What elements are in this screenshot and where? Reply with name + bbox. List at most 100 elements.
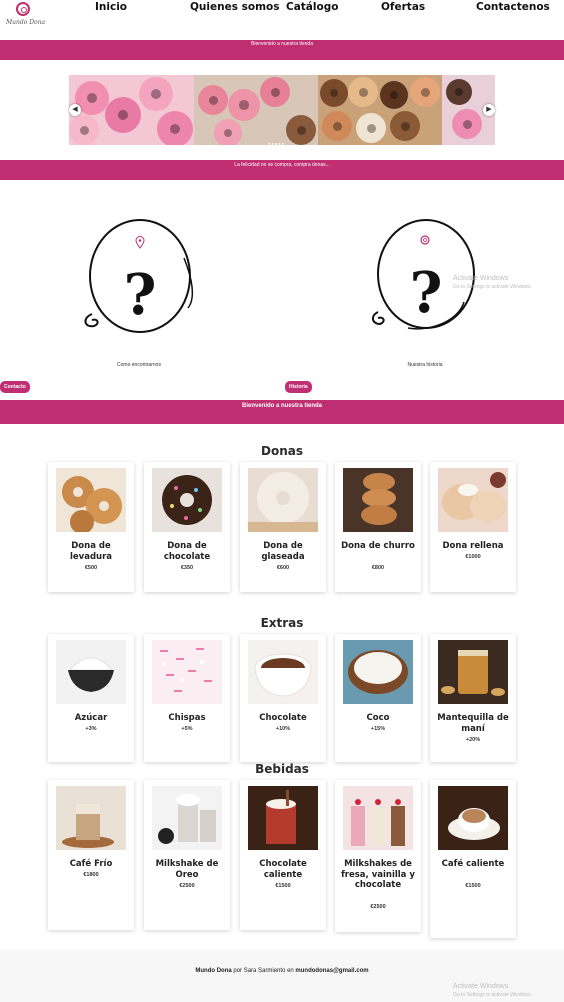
product-price: €1800 [83, 872, 99, 878]
footer-brand: Mundo Dona [195, 968, 232, 974]
product-card-azucar[interactable]: Azúcar +3% [48, 634, 134, 762]
product-price: €350 [180, 565, 194, 571]
history-button[interactable]: Historia [285, 381, 312, 393]
product-name: Chocolate caliente [259, 859, 307, 880]
product-card-coco[interactable]: Coco +15% [335, 634, 421, 762]
activate-windows-watermark-bottom: Activate Windows Go to Settings to activ… [453, 983, 532, 998]
nav-quienes-somos[interactable]: Quienes somos [190, 0, 280, 14]
product-name: Coco [366, 713, 390, 723]
product-image [343, 786, 413, 850]
product-price: €1500 [465, 883, 481, 889]
product-card-dona-chocolate[interactable]: Dona de chocolate €350 [144, 462, 230, 592]
section-title-bebidas: Bebidas [255, 762, 309, 776]
welcome-banner-2: Bienvenido a nuestra tienda [0, 400, 564, 424]
product-card-milkshake-oreo[interactable]: Milkshake de Oreo €2500 [144, 780, 230, 930]
product-name: Dona de glaseada [261, 541, 305, 562]
product-image [248, 468, 318, 532]
brand-logo[interactable]: Mundo Dona [6, 2, 46, 36]
product-card-dona-glaseada[interactable]: Dona de glaseada €600 [240, 462, 326, 592]
product-card-chispas[interactable]: Chispas +5% [144, 634, 230, 762]
product-card-dona-levadura[interactable]: Dona de levadura €500 [48, 462, 134, 592]
product-image [56, 640, 126, 704]
slogan-banner: La felicidad no se compra, compra donas.… [0, 160, 564, 180]
product-name: Mantequilla de maní [437, 713, 509, 734]
history-caption: Nuestra historia [407, 362, 443, 368]
nav-catalogo[interactable]: Catálogo [286, 0, 338, 14]
product-price: €600 [276, 565, 290, 571]
section-title-extras: Extras [260, 616, 304, 630]
welcome-banner: Bienvenido a nuestra tienda [0, 40, 564, 60]
product-card-cafe-caliente[interactable]: Café caliente €1500 [430, 780, 516, 938]
product-name: Chispas [168, 713, 206, 723]
product-image [248, 786, 318, 850]
svg-text:?: ? [124, 262, 157, 328]
activate-windows-watermark-top: Activate Windows Go to Settings to activ… [453, 275, 532, 290]
nav-inicio[interactable]: Inicio [95, 0, 127, 14]
svg-text:?: ? [410, 260, 443, 326]
product-price: €2500 [370, 904, 386, 910]
footer-author: por Sara Sarmiento en [231, 968, 296, 974]
product-price: €500 [84, 565, 98, 571]
product-price: +20% [465, 737, 481, 743]
welcome-banner-text: Bienvenido a nuestra tienda [251, 41, 313, 47]
footer-email-link[interactable]: mundodonas@gmail.com [295, 968, 368, 974]
product-price: €1000 [465, 554, 481, 560]
product-image [438, 786, 508, 850]
product-image [343, 640, 413, 704]
product-name: Dona rellena [442, 541, 504, 551]
product-name: Milkshakes de fresa, vainilla y chocolat… [341, 859, 415, 890]
product-card-cafe-frio[interactable]: Café Frío €1800 [48, 780, 134, 930]
product-image [343, 468, 413, 532]
product-name: Dona de levadura [69, 541, 113, 562]
nav-contactenos[interactable]: Contactenos [476, 0, 550, 14]
product-price: €2500 [179, 883, 195, 889]
footer-credit: Mundo Dona por Sara Sarmiento en mundodo… [0, 968, 564, 974]
product-card-chocolate[interactable]: Chocolate +10% [240, 634, 326, 762]
section-title-donas: Donas [261, 444, 303, 458]
product-name: Milkshake de Oreo [155, 859, 219, 880]
product-image [152, 640, 222, 704]
product-price: €1500 [275, 883, 291, 889]
welcome-banner-2-text: Bienvenido a nuestra tienda [241, 403, 323, 409]
product-image [152, 468, 222, 532]
slogan-banner-text: La felicidad no se compra, compra donas.… [234, 162, 330, 168]
product-card-dona-rellena[interactable]: Dona rellena €1000 [430, 462, 516, 592]
nav-ofertas[interactable]: Ofertas [381, 0, 425, 14]
product-image [56, 786, 126, 850]
map-pin-icon [135, 236, 145, 249]
contact-button[interactable]: Contacto [0, 381, 30, 393]
product-image [152, 786, 222, 850]
brand-logo-text: Mundo Dona [6, 19, 46, 26]
donut-carousel[interactable] [69, 75, 495, 145]
product-card-chocolate-caliente[interactable]: Chocolate caliente €1500 [240, 780, 326, 930]
donut-icon [420, 235, 430, 245]
carousel-prev-button[interactable]: ◀ [69, 104, 81, 116]
product-image [248, 640, 318, 704]
product-image [438, 468, 508, 532]
product-card-dona-churro[interactable]: Dona de churro €800 [335, 462, 421, 592]
carousel-next-button[interactable]: ▶ [483, 104, 495, 116]
product-price: +5% [181, 726, 193, 732]
product-name: Dona de churro [341, 541, 415, 551]
product-price: €800 [371, 565, 385, 571]
product-name: Café caliente [441, 859, 505, 869]
product-price: +10% [275, 726, 291, 732]
product-price: +15% [370, 726, 386, 732]
carousel-slide-pink-donuts [69, 75, 194, 145]
carousel-slide-assorted-donuts [318, 75, 442, 145]
product-card-mantequilla-mani[interactable]: Mantequilla de maní +20% [430, 634, 516, 762]
product-image [438, 640, 508, 704]
location-caption: Como encontrarnos [117, 362, 161, 368]
product-name: Café Frío [69, 859, 113, 869]
product-card-milkshakes-fresa-vainilla-chocolate[interactable]: Milkshakes de fresa, vainilla y chocolat… [335, 780, 421, 932]
product-price: +3% [85, 726, 97, 732]
product-name: Dona de chocolate [163, 541, 211, 562]
product-name: Chocolate [259, 713, 307, 723]
donut-logo-icon [16, 2, 30, 16]
product-image [56, 468, 126, 532]
carousel-slide-glazed-rack [194, 75, 318, 145]
product-name: Azúcar [74, 713, 108, 723]
top-header: Mundo Dona Inicio Quienes somos Catálogo… [0, 0, 564, 40]
page-footer: Mundo Dona por Sara Sarmiento en mundodo… [0, 950, 564, 1002]
carousel-indicators[interactable]: ●●●●● [268, 141, 285, 146]
